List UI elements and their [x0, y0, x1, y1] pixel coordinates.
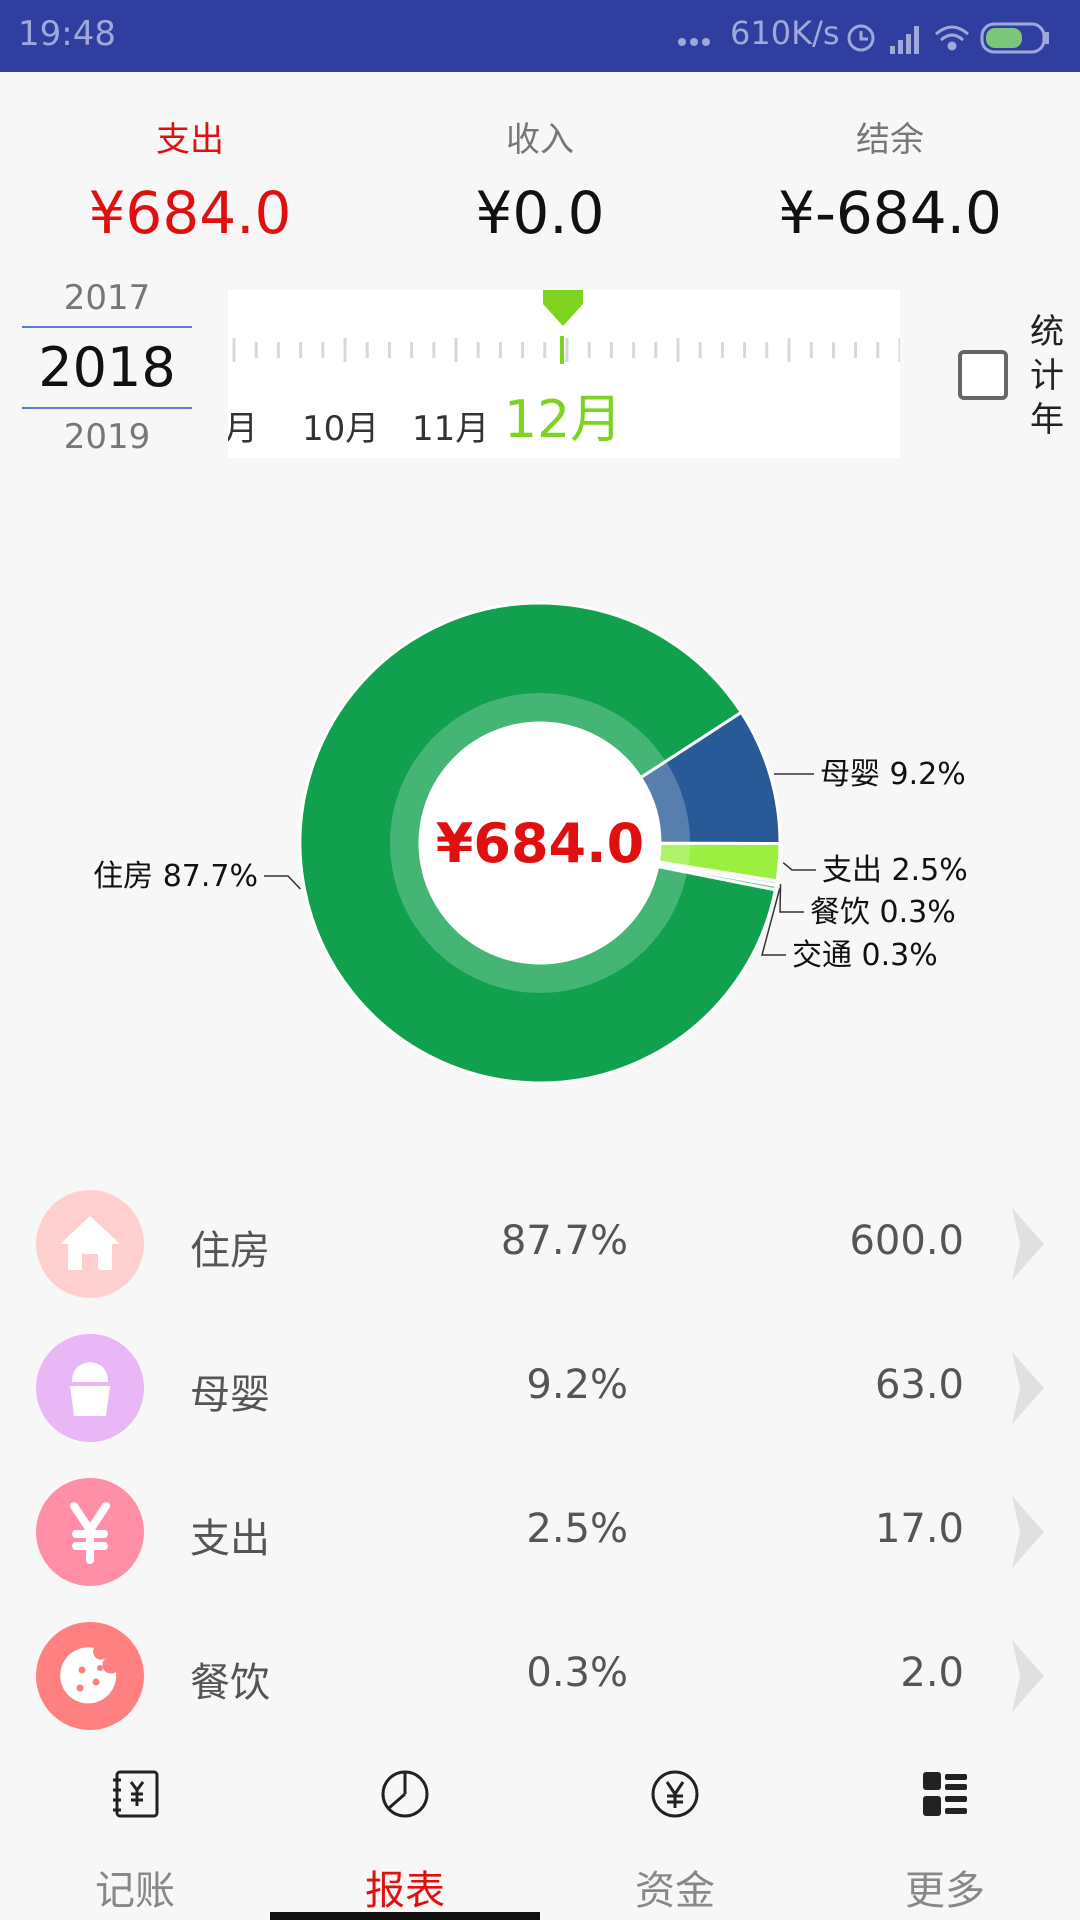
list-item[interactable]: 支出 2.5% 17.0	[0, 1460, 1080, 1604]
year-stats-label: 统计年	[1030, 312, 1064, 440]
chevron-right-icon	[1012, 1496, 1044, 1568]
tab-label: 资金	[635, 1868, 715, 1914]
status-time: 19:48	[18, 14, 116, 54]
expense-pie-chart[interactable]: ¥684.0 母婴 9.2% 支出 2.5% 餐饮 0.3% 交通 0.3% 住房 87…	[0, 560, 1080, 1120]
battery-icon	[980, 22, 1049, 54]
category-amount: 600.0	[849, 1218, 964, 1264]
category-percent: 87.7%	[500, 1218, 628, 1264]
month-labels: 月 10月 11月 12月	[228, 390, 900, 458]
list-item[interactable]: 母婴 9.2% 63.0	[0, 1316, 1080, 1460]
category-name: 支出	[190, 1516, 270, 1562]
signal-icon	[890, 26, 919, 54]
wifi-icon	[935, 25, 969, 51]
slice-label: 交通 0.3%	[792, 938, 938, 973]
ruler-pointer-icon	[543, 290, 583, 326]
category-percent: 9.2%	[526, 1362, 628, 1408]
category-name: 餐饮	[190, 1660, 270, 1706]
slice-label: 支出 2.5%	[822, 853, 968, 888]
category-amount: 63.0	[874, 1362, 964, 1408]
expense-label: 支出	[156, 120, 224, 160]
category-amount: 17.0	[874, 1506, 964, 1552]
chart-icon	[381, 1770, 429, 1818]
grid-icon	[923, 1772, 967, 1816]
status-bar: 19:48 610K/s	[0, 0, 1080, 72]
income-value: ¥0.0	[475, 179, 605, 247]
yen-icon	[36, 1478, 144, 1586]
expense-value: ¥684.0	[88, 179, 292, 247]
year-current[interactable]: 2018	[22, 326, 192, 409]
income-summary[interactable]: 收入 ¥0.0	[390, 112, 690, 247]
slice-leader-line	[782, 862, 816, 871]
list-item[interactable]: 住房 87.7% 600.0	[0, 1172, 1080, 1316]
category-amount: 2.0	[900, 1650, 964, 1696]
chevron-right-icon	[1012, 1208, 1044, 1280]
slice-leader-line	[264, 875, 301, 890]
cookie-icon	[36, 1622, 144, 1730]
year-stats-checkbox[interactable]	[958, 350, 1008, 400]
balance-value: ¥-684.0	[778, 179, 1002, 247]
slice-leader-line	[779, 883, 804, 913]
tab-more[interactable]: 更多	[810, 1740, 1080, 1920]
slice-label: 住房 87.7%	[93, 859, 258, 894]
summary-header: 支出 ¥684.0 收入 ¥0.0 结余 ¥-684.0	[0, 72, 1080, 272]
list-item[interactable]: 餐饮 0.3% 2.0	[0, 1604, 1080, 1748]
month-10[interactable]: 10月	[302, 401, 379, 450]
tab-label: 报表	[365, 1868, 445, 1914]
slice-label: 母婴 9.2%	[820, 757, 966, 792]
year-next[interactable]: 2019	[22, 417, 192, 457]
fund-icon	[651, 1770, 699, 1818]
tab-funds[interactable]: 资金	[540, 1740, 810, 1920]
month-current[interactable]: 12月	[504, 377, 622, 452]
tab-reports[interactable]: 报表	[270, 1740, 540, 1920]
active-tab-indicator	[270, 1912, 540, 1920]
balance-summary: 结余 ¥-684.0	[740, 112, 1040, 247]
year-picker[interactable]: 2017 2018 2019	[22, 278, 192, 468]
category-name: 母婴	[190, 1372, 270, 1418]
slice-label: 餐饮 0.3%	[810, 895, 956, 930]
month-partial[interactable]: 月	[228, 401, 258, 450]
network-speed: 610K/s	[730, 14, 840, 52]
month-ruler[interactable]: 月 10月 11月 12月	[228, 290, 900, 458]
tab-label: 更多	[905, 1868, 985, 1914]
chart-center-total: ¥684.0	[436, 812, 644, 875]
alarm-icon	[847, 24, 875, 52]
cup-icon	[36, 1334, 144, 1442]
tab-bookkeeping[interactable]: 记账	[0, 1740, 270, 1920]
ledger-icon	[113, 1770, 159, 1818]
expense-summary[interactable]: 支出 ¥684.0	[40, 112, 340, 247]
category-name: 住房	[190, 1228, 270, 1274]
income-label: 收入	[506, 120, 574, 160]
balance-label: 结余	[856, 120, 924, 160]
category-percent: 0.3%	[526, 1650, 628, 1696]
tab-label: 记账	[95, 1868, 175, 1914]
month-11[interactable]: 11月	[412, 401, 489, 450]
year-prev[interactable]: 2017	[22, 278, 192, 318]
chevron-right-icon	[1012, 1352, 1044, 1424]
house-icon	[36, 1190, 144, 1298]
bottom-nav: 记账 报表 资金 更多	[0, 1740, 1080, 1920]
category-percent: 2.5%	[526, 1506, 628, 1552]
chevron-right-icon	[1012, 1640, 1044, 1712]
